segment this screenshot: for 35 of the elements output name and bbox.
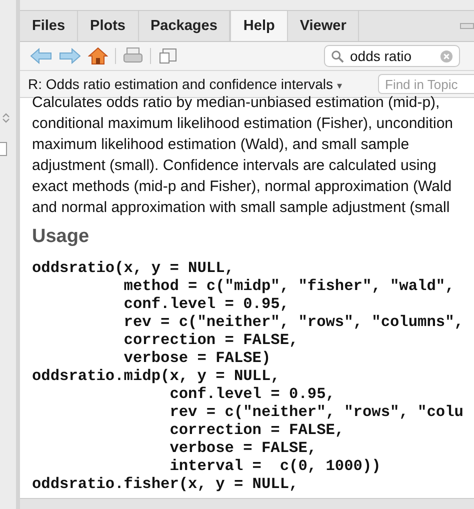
code-line: rev = c("neither", "rows", "colu [168,403,464,421]
code-line: interval = c(0, 1000)) [168,457,382,475]
tab[interactable]: Help [230,11,288,41]
search-input[interactable]: odds ratio [350,48,434,64]
clear-icon[interactable] [440,50,453,62]
code-line: correction = FALSE, [122,331,300,349]
description-line: maximum likelihood estimation (Wald), and small sample [32,135,410,155]
home-icon[interactable] [88,47,108,65]
forward-arrow-icon[interactable] [59,48,81,64]
spinner-icon[interactable] [2,112,10,124]
code-line: correction = FALSE, [168,421,346,439]
code-line: oddsratio.fisher(x, y = NULL, [32,475,300,493]
back-arrow-icon[interactable] [30,48,52,64]
topic-dropdown[interactable]: R: Odds ratio estimation and confidence intervals ▾ [28,76,342,92]
search-field[interactable]: odds ratio [324,45,460,67]
code-line: verbose = FALSE, [168,439,318,457]
description-line: conditional maximum likelihood estimation (Fisher), uncondition [32,114,454,134]
find-in-topic-field[interactable]: Find in Topic [378,74,474,94]
usage-heading: Usage [32,226,90,248]
description-line: adjustment (small). Confidence intervals are calculated using [32,156,438,176]
printer-icon[interactable] [123,47,143,65]
description-line: exact methods (mid-p and Fisher), normal approximation (Wald [32,177,453,197]
code-line: oddsratio.midp(x, y = NULL, [32,367,281,385]
code-line: conf.level = 0.95, [168,385,336,403]
code-line: conf.level = 0.95, [122,295,290,313]
code-line: method = c("midp", "fisher", "wald", [122,277,456,295]
search-icon [331,50,344,62]
popout-window-icon[interactable] [158,47,178,65]
code-line: rev = c("neither", "rows", "columns", [122,313,464,331]
code-line: verbose = FALSE) [122,349,272,367]
description-line: and normal approximation with small sample adjustment (small [32,198,451,218]
pane-button[interactable] [0,142,7,156]
minimize-button[interactable] [460,23,474,29]
description-line: Calculates odds ratio by median-unbiased estimation (mid-p), [32,93,441,113]
code-line: oddsratio(x, y = NULL, [32,259,235,277]
